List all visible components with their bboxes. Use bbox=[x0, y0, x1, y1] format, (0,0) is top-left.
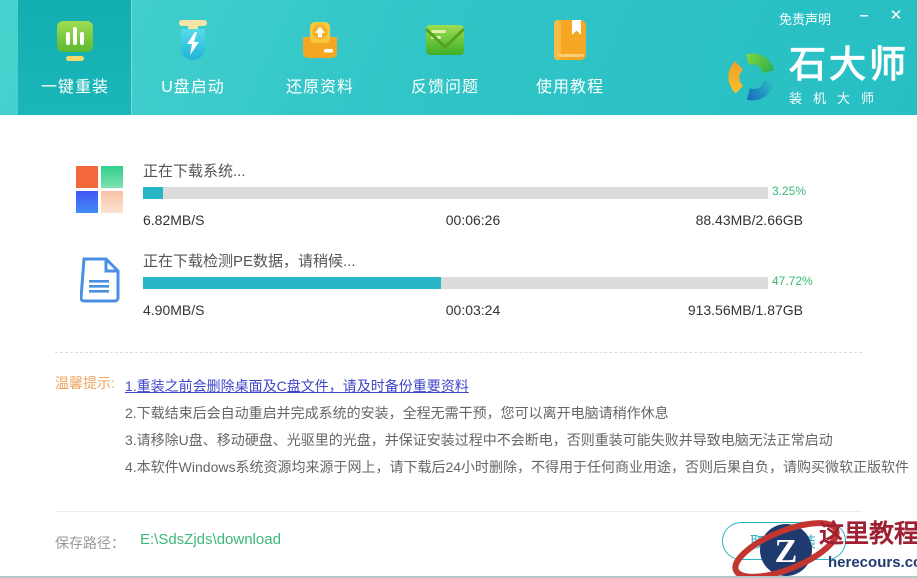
download-time-remaining: 00:06:26 bbox=[363, 212, 583, 228]
tab-feedback[interactable]: 反馈问题 bbox=[388, 0, 502, 115]
download-speed: 6.82MB/S bbox=[143, 212, 363, 228]
tab-usb-boot[interactable]: U盘启动 bbox=[136, 0, 250, 115]
progress-bar-pe bbox=[143, 277, 768, 289]
progress-percent: 47.72% bbox=[772, 274, 813, 288]
tab-one-key-reinstall[interactable]: 一键重装 bbox=[18, 0, 132, 115]
cancel-install-button[interactable]: 取消安装 bbox=[722, 522, 846, 560]
book-tutorial-icon bbox=[546, 16, 594, 64]
usb-drive-icon bbox=[169, 16, 217, 64]
brand-name: 石大师 bbox=[789, 46, 909, 84]
progress-fill bbox=[143, 277, 441, 289]
download-section-pe: 正在下载检测PE数据，请稍候... 47.72% 4.90MB/S 00:03:… bbox=[0, 248, 917, 338]
save-path-label: 保存路径： bbox=[55, 533, 125, 553]
header-bar: 一键重装 U盘启动 还原资料 bbox=[0, 0, 917, 115]
brand-logo: 石大师 装机大师 bbox=[725, 46, 909, 107]
tip-item: 2.下载结束后会自动重启并完成系统的安装，全程无需干预，您可以离开电脑请稍作休息 bbox=[125, 400, 905, 427]
tip-item: 1.重装之前会删除桌面及C盘文件，请及时备份重要资料 bbox=[125, 373, 905, 400]
brand-subtitle: 装机大师 bbox=[789, 88, 909, 107]
progress-bar-system bbox=[143, 187, 768, 199]
tab-label: 使用教程 bbox=[536, 73, 604, 97]
mail-feedback-icon bbox=[421, 16, 469, 64]
restore-upload-icon bbox=[296, 16, 344, 64]
download-title: 正在下载检测PE数据，请稍候... bbox=[143, 250, 356, 271]
download-speed: 4.90MB/S bbox=[143, 302, 363, 318]
download-title: 正在下载系统... bbox=[143, 160, 246, 181]
brand-logo-icon bbox=[725, 50, 779, 104]
tab-label: 反馈问题 bbox=[411, 73, 479, 97]
tip-item: 3.请移除U盘、移动硬盘、光驱里的光盘，并保证安装过程中不会断电，否则重装可能失… bbox=[125, 427, 905, 454]
progress-percent: 3.25% bbox=[772, 184, 806, 198]
windows-logo-icon bbox=[76, 166, 124, 214]
progress-fill bbox=[143, 187, 163, 199]
tips-list: 1.重装之前会删除桌面及C盘文件，请及时备份重要资料 2.下载结束后会自动重启并… bbox=[125, 373, 905, 481]
document-icon bbox=[80, 256, 122, 304]
footer-divider bbox=[55, 511, 862, 512]
save-path-value: E:\SdsZjds\download bbox=[140, 531, 281, 548]
download-time-remaining: 00:03:24 bbox=[363, 302, 583, 318]
disclaimer-link[interactable]: 免责声明 bbox=[779, 9, 831, 28]
tip-item: 4.本软件Windows系统资源均来源于网上，请下载后24小时删除，不得用于任何… bbox=[125, 454, 905, 481]
download-stats: 4.90MB/S 00:03:24 913.56MB/1.87GB bbox=[143, 302, 803, 318]
monitor-bars-icon bbox=[51, 16, 99, 64]
tab-tutorial[interactable]: 使用教程 bbox=[513, 0, 627, 115]
tab-restore-data[interactable]: 还原资料 bbox=[263, 0, 377, 115]
download-section-system: 正在下载系统... 3.25% 6.82MB/S 00:06:26 88.43M… bbox=[0, 158, 917, 248]
minimize-button[interactable]: – bbox=[851, 4, 877, 28]
download-size: 88.43MB/2.66GB bbox=[583, 212, 803, 228]
download-stats: 6.82MB/S 00:06:26 88.43MB/2.66GB bbox=[143, 212, 803, 228]
tab-label: U盘启动 bbox=[161, 73, 225, 97]
app-window: 一键重装 U盘启动 还原资料 bbox=[0, 0, 917, 578]
download-size: 913.56MB/1.87GB bbox=[583, 302, 803, 318]
tab-label: 还原资料 bbox=[286, 73, 354, 97]
svg-text:herecours.com: herecours.com bbox=[828, 554, 917, 571]
tips-label: 温馨提示: bbox=[55, 373, 115, 393]
tab-label: 一键重装 bbox=[41, 73, 109, 97]
dashed-divider bbox=[55, 352, 862, 353]
close-button[interactable]: ✕ bbox=[883, 4, 909, 28]
